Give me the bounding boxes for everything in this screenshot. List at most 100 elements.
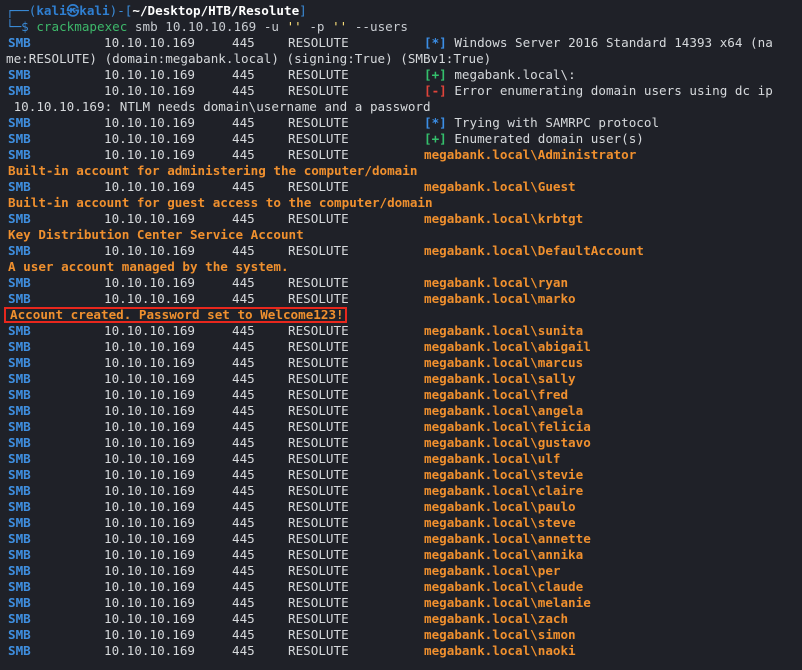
target-ip: 10.10.10.169 [104,419,195,434]
command-flag: -p [301,19,333,34]
target-ip: 10.10.10.169 [104,515,195,530]
smb-output-row: SMB 10.10.10.169 445 RESOLUTE megabank.local… [6,339,802,355]
user-description: Built-in account for guest access to the… [8,195,433,210]
protocol-label: SMB [8,211,31,226]
terminal-window[interactable]: ┌──(kali㉿kali)-[~/Desktop/HTB/Resolute] … [0,0,802,670]
smb-output-row: SMB 10.10.10.169 445 RESOLUTE megabank.local… [6,371,802,387]
output-message: megabank.local\ryan [424,275,568,291]
protocol-label: SMB [8,67,31,82]
domain-user-account: megabank.local\annette [424,531,591,546]
status-message: Error enumerating domain users using dc … [446,83,773,98]
smb-output-row: SMB 10.10.10.169 445 RESOLUTE megabank.local… [6,355,802,371]
user-description-line: Built-in account for administering the c… [6,163,802,179]
command-line[interactable]: └─$ crackmapexec smb 10.10.10.169 -u '' … [6,19,802,35]
protocol-label: SMB [8,275,31,290]
protocol-label: SMB [8,243,31,258]
command-args: smb 10.10.10.169 -u [127,19,287,34]
output-message: [+] Enumerated domain user(s) [424,131,644,147]
smb-output-row: SMB 10.10.10.169 445 RESOLUTE megabank.local… [6,435,802,451]
target-hostname: RESOLUTE [288,579,349,594]
target-ip: 10.10.10.169 [104,35,195,50]
target-ip: 10.10.10.169 [104,275,195,290]
smb-output-row: SMB 10.10.10.169 445 RESOLUTE megabank.local… [6,211,802,227]
output-message: megabank.local\sally [424,371,576,387]
output-message: megabank.local\Guest [424,179,576,195]
target-ip: 10.10.10.169 [104,531,195,546]
user-description: Key Distribution Center Service Account [8,227,304,242]
smb-output-row: SMB 10.10.10.169 445 RESOLUTE megabank.local… [6,643,802,659]
output-message: megabank.local\gustavo [424,435,591,451]
target-hostname: RESOLUTE [288,323,349,338]
target-port: 445 [232,483,255,498]
command-string: '' [286,19,302,34]
target-ip: 10.10.10.169 [104,339,195,354]
target-port: 445 [232,451,255,466]
target-port: 445 [232,611,255,626]
smb-output-row: SMB 10.10.10.169 445 RESOLUTE megabank.local… [6,579,802,595]
domain-user-account: megabank.local\gustavo [424,435,591,450]
smb-output-row: SMB 10.10.10.169 445 RESOLUTE [+] Enumerated… [6,131,802,147]
target-ip: 10.10.10.169 [104,611,195,626]
target-ip: 10.10.10.169 [104,355,195,370]
wrapped-text: 10.10.10.169: NTLM needs domain\username… [6,99,431,114]
status-message: megabank.local\: [446,67,576,82]
protocol-label: SMB [8,595,31,610]
domain-user-account: megabank.local\ulf [424,451,561,466]
smb-output-row: SMB 10.10.10.169 445 RESOLUTE megabank.local… [6,531,802,547]
command-output: SMB 10.10.10.169 445 RESOLUTE [*] Windows Se… [4,35,802,659]
target-port: 445 [232,291,255,306]
domain-user-account: megabank.local\steve [424,515,576,530]
target-port: 445 [232,67,255,82]
target-hostname: RESOLUTE [288,211,349,226]
prompt-symbol: └─$ [6,19,37,34]
output-message: megabank.local\annette [424,531,591,547]
prompt-frame: )-[ [109,3,133,18]
protocol-label: SMB [8,451,31,466]
domain-user-account: megabank.local\sunita [424,323,584,338]
smb-output-row: SMB 10.10.10.169 445 RESOLUTE megabank.local… [6,419,802,435]
output-message: megabank.local\zach [424,611,568,627]
target-port: 445 [232,371,255,386]
status-message: Windows Server 2016 Standard 14393 x64 (… [446,35,773,50]
target-hostname: RESOLUTE [288,387,349,402]
target-hostname: RESOLUTE [288,339,349,354]
smb-output-row: SMB 10.10.10.169 445 RESOLUTE megabank.local… [6,323,802,339]
target-hostname: RESOLUTE [288,147,349,162]
target-port: 445 [232,515,255,530]
domain-user-account: megabank.local\Guest [424,179,576,194]
target-port: 445 [232,403,255,418]
protocol-label: SMB [8,131,31,146]
target-hostname: RESOLUTE [288,403,349,418]
target-port: 445 [232,419,255,434]
target-hostname: RESOLUTE [288,499,349,514]
user-description-line: A user account managed by the system. [6,259,802,275]
target-port: 445 [232,355,255,370]
target-hostname: RESOLUTE [288,291,349,306]
target-hostname: RESOLUTE [288,83,349,98]
domain-user-account: megabank.local\melanie [424,595,591,610]
target-port: 445 [232,563,255,578]
output-message: megabank.local\felicia [424,419,591,435]
output-message: megabank.local\ulf [424,451,560,467]
output-message: megabank.local\melanie [424,595,591,611]
domain-user-account: megabank.local\marko [424,291,576,306]
domain-user-account: megabank.local\abigail [424,339,591,354]
output-message: [*] Trying with SAMRPC protocol [424,115,659,131]
target-ip: 10.10.10.169 [104,499,195,514]
smb-output-row: SMB 10.10.10.169 445 RESOLUTE [*] Windows Se… [6,35,802,51]
protocol-label: SMB [8,515,31,530]
output-message: megabank.local\stevie [424,467,583,483]
output-message: [+] megabank.local\: [424,67,576,83]
output-message: megabank.local\paulo [424,499,576,515]
target-port: 445 [232,435,255,450]
target-port: 445 [232,83,255,98]
target-port: 445 [232,643,255,658]
smb-output-row: SMB 10.10.10.169 445 RESOLUTE megabank.local… [6,467,802,483]
target-hostname: RESOLUTE [288,275,349,290]
target-port: 445 [232,131,255,146]
target-hostname: RESOLUTE [288,35,349,50]
protocol-label: SMB [8,371,31,386]
output-message: megabank.local\per [424,563,560,579]
target-ip: 10.10.10.169 [104,595,195,610]
protocol-label: SMB [8,579,31,594]
